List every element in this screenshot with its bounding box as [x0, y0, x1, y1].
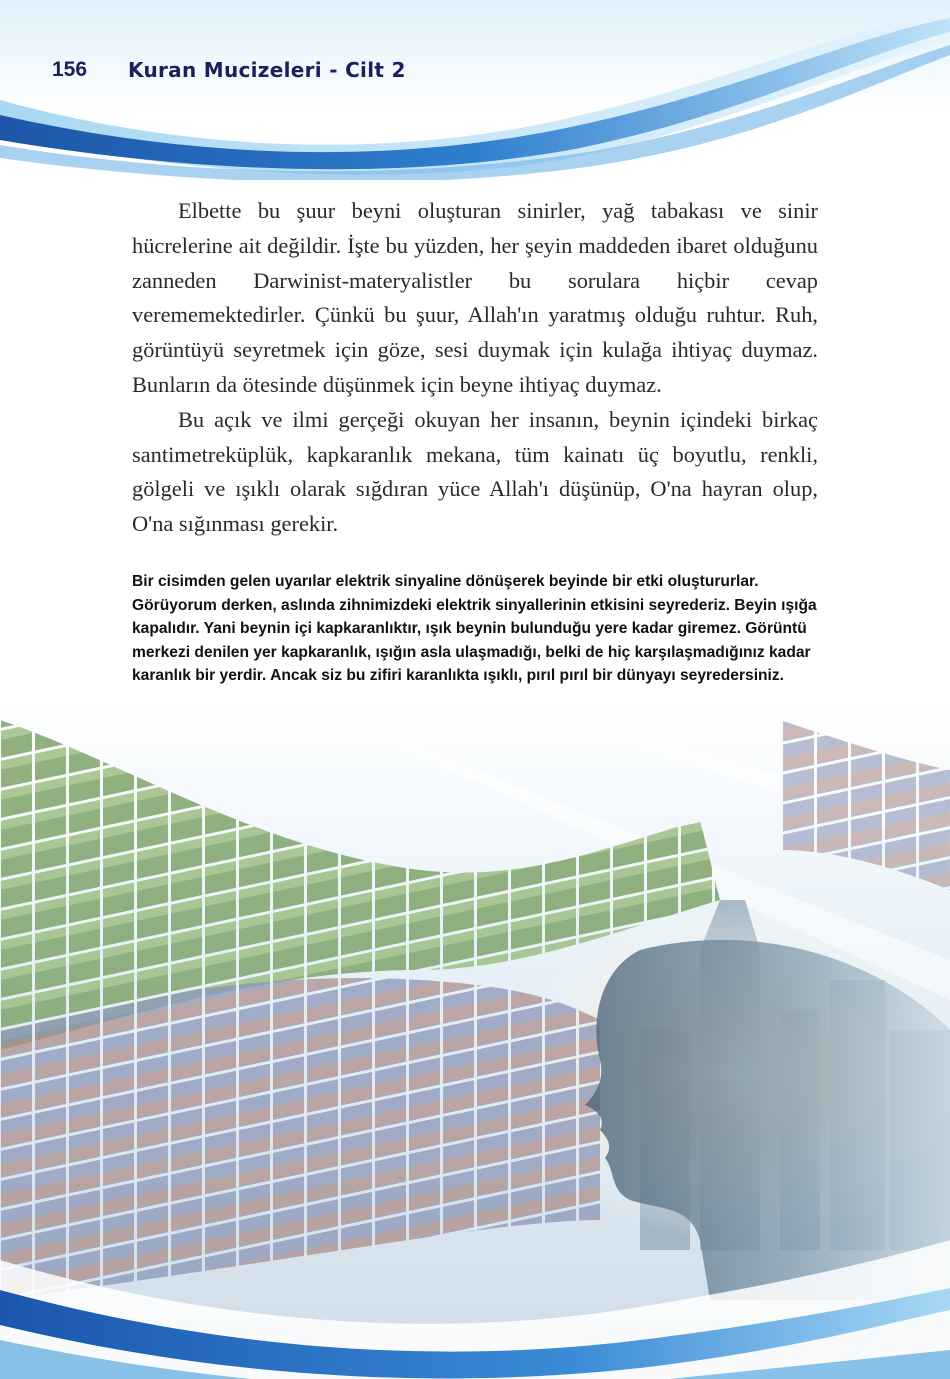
body-text: Elbette bu şuur beyni oluşturan sinirler…	[132, 194, 818, 542]
figure-caption: Bir cisimden gelen uyarılar elektrik sin…	[132, 573, 817, 685]
header-wave-decoration	[0, 0, 950, 180]
illustration-image-wall-and-head	[0, 700, 950, 1379]
paragraph: Elbette bu şuur beyni oluşturan sinirler…	[132, 198, 818, 397]
paragraph: Bu açık ve ilmi gerçeği okuyan her insan…	[132, 406, 818, 537]
page-number: 156	[52, 58, 88, 81]
running-title: Kuran Mucizeleri - Cilt 2	[128, 58, 406, 82]
